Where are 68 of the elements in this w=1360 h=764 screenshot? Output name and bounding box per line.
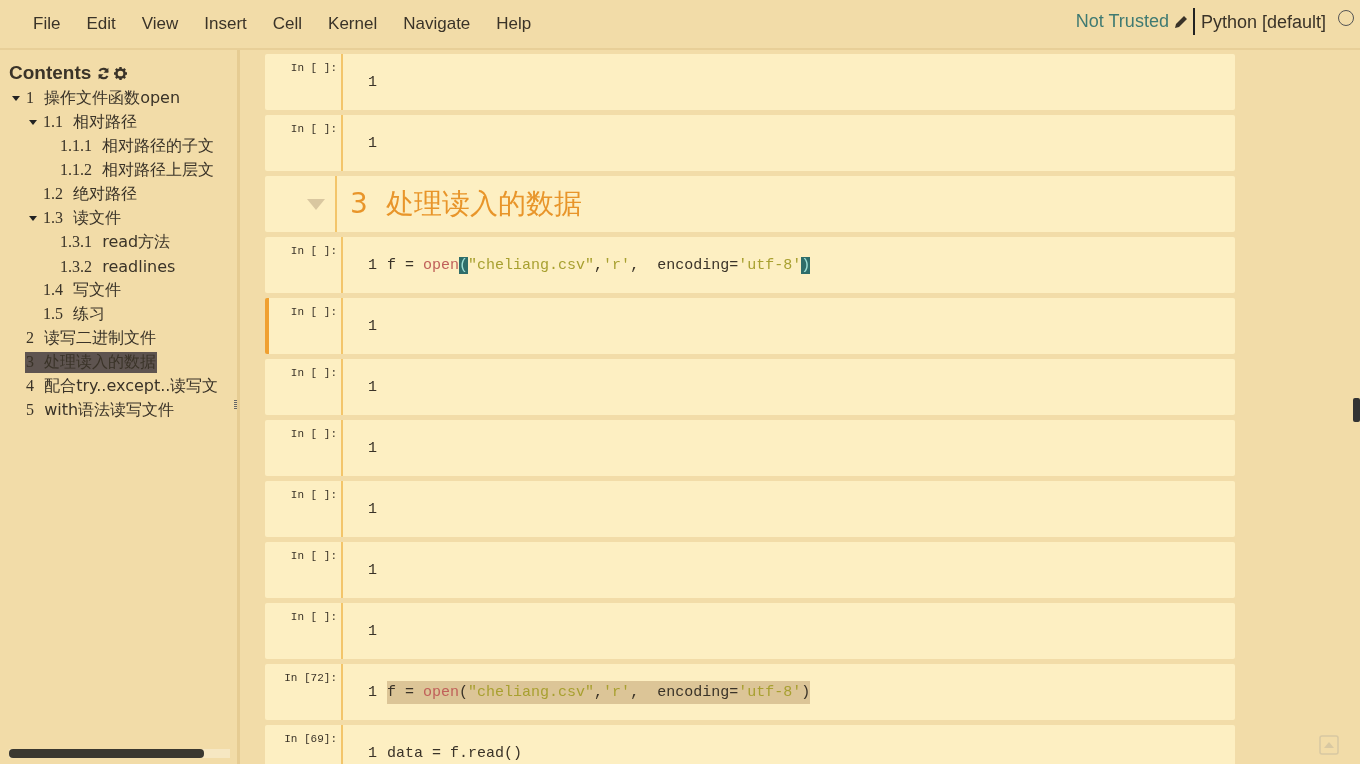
line-number: 1 bbox=[368, 73, 377, 91]
code-cell[interactable]: In [ ]: 1 bbox=[265, 54, 1235, 110]
section-heading: 3 处理读入的数据 bbox=[349, 186, 582, 222]
cell-prompt: In [ ]: bbox=[290, 123, 337, 135]
toc-item[interactable]: 1.3.2 readlines bbox=[59, 256, 177, 276]
trust-indicator[interactable]: Not Trusted bbox=[1075, 11, 1169, 32]
menu-item[interactable]: Help bbox=[483, 14, 545, 34]
line-number: 1 bbox=[368, 439, 377, 457]
cell-prompt: In [69]: bbox=[284, 733, 337, 745]
line-number: 1 bbox=[368, 317, 377, 335]
menu-item[interactable]: Navigate bbox=[390, 14, 484, 34]
cell-prompt: In [ ]: bbox=[290, 428, 337, 440]
toc-item[interactable]: 1.4 写文件 bbox=[42, 279, 123, 301]
toc-item[interactable]: 1.3 读文件 bbox=[42, 207, 123, 229]
code-cell[interactable]: In [ ]: 1 bbox=[265, 359, 1235, 415]
code-line: f = open("cheliang.csv",'r', encoding='utf-8') bbox=[387, 255, 811, 276]
cell-prompt: In [ ]: bbox=[290, 489, 337, 501]
line-number: 1 bbox=[368, 378, 377, 396]
code-line: data = f.read() bbox=[387, 743, 523, 764]
toc-item[interactable]: 1.1.1 相对路径的子文 bbox=[59, 135, 216, 157]
refresh-icon[interactable] bbox=[97, 66, 111, 80]
toc-item[interactable]: 1.5 练习 bbox=[42, 303, 107, 325]
caret-icon[interactable] bbox=[29, 215, 37, 221]
code-cell[interactable]: In [ ]: 1 bbox=[265, 603, 1235, 659]
menu-item[interactable]: Insert bbox=[191, 14, 260, 34]
toc-item[interactable]: 1 操作文件函数open bbox=[25, 87, 182, 109]
code-cell[interactable]: In [ ]: 1 bbox=[265, 420, 1235, 476]
menu-item[interactable]: Cell bbox=[259, 14, 316, 34]
line-number: 1 bbox=[368, 622, 377, 640]
code-cell[interactable]: In [ ]: 1 bbox=[265, 481, 1235, 537]
line-number: 1 bbox=[368, 561, 377, 579]
toc-item[interactable]: 1.2 绝对路径 bbox=[42, 183, 139, 205]
cell-prompt: In [ ]: bbox=[290, 245, 337, 257]
code-cell[interactable]: In [72]: 1 f = open("cheliang.csv",'r', encoding='utf-8') bbox=[265, 664, 1235, 720]
caret-icon[interactable] bbox=[29, 119, 37, 125]
kernel-name[interactable]: Python [default] bbox=[1192, 8, 1334, 35]
cell-prompt: In [ ]: bbox=[290, 367, 337, 379]
menu-item[interactable]: View bbox=[128, 14, 192, 34]
code-cell[interactable]: In [ ]: 1 bbox=[265, 115, 1235, 171]
line-number: 1 bbox=[368, 134, 377, 152]
toc-item[interactable]: 1.3.1 read方法 bbox=[59, 231, 172, 253]
code-cell[interactable]: In [ ]: 1 f = open("cheliang.csv",'r', encoding='utf-8') bbox=[265, 237, 1235, 293]
cell-prompt: In [ ]: bbox=[290, 550, 337, 562]
scrollbar-thumb[interactable] bbox=[1353, 398, 1360, 422]
toc-item[interactable]: 5 with语法读写文件 bbox=[25, 399, 176, 421]
code-cell[interactable]: In [ ]: 1 bbox=[265, 542, 1235, 598]
resize-handle[interactable] bbox=[234, 400, 237, 410]
line-number: 1 bbox=[368, 744, 377, 762]
code-cell[interactable]: In [ ]: 1 bbox=[265, 298, 1235, 354]
cell-prompt: In [72]: bbox=[284, 672, 337, 684]
menu-item[interactable]: Kernel bbox=[315, 14, 391, 34]
cell-prompt: In [ ]: bbox=[290, 306, 337, 318]
code-cell[interactable]: In [69]: 1 data = f.read() bbox=[265, 725, 1235, 764]
menu-item[interactable]: File bbox=[20, 14, 74, 34]
caret-icon[interactable] bbox=[12, 95, 20, 101]
line-number: 1 bbox=[368, 683, 377, 701]
toc-item[interactable]: 2 读写二进制文件 bbox=[25, 327, 158, 349]
cell-prompt: In [ ]: bbox=[290, 62, 337, 74]
cell-prompt: In [ ]: bbox=[290, 611, 337, 623]
pencil-icon bbox=[1172, 13, 1189, 30]
toc-item[interactable]: 1.1.2 相对路径上层文 bbox=[59, 159, 216, 181]
line-number: 1 bbox=[368, 500, 377, 518]
settings-icon[interactable] bbox=[114, 66, 128, 80]
toc-item[interactable]: 4 配合try..except..读写文 bbox=[25, 375, 220, 397]
toc-title: Contents bbox=[9, 62, 92, 84]
toc-item[interactable]: 1.1 相对路径 bbox=[42, 111, 139, 133]
line-number: 1 bbox=[368, 256, 377, 274]
menu-item[interactable]: Edit bbox=[73, 14, 129, 34]
